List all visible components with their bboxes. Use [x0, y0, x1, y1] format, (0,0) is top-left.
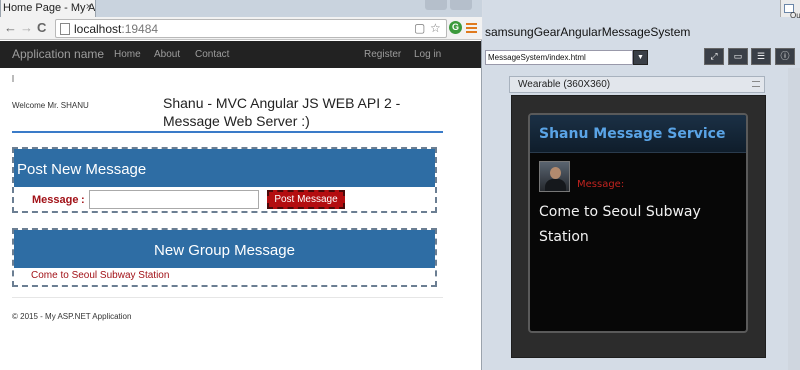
welcome-text: Welcome Mr. SHANU [12, 101, 89, 110]
ide-view-title: samsungGearAngularMessageSystem [485, 25, 691, 39]
html-file-combo[interactable]: MessageSystem/index.html [485, 50, 633, 65]
watch-header-title: Shanu Message Service [539, 126, 726, 142]
device-frame-button[interactable]: ▭ [728, 48, 748, 65]
post-message-button[interactable]: Post Message [267, 190, 345, 209]
info-button[interactable]: ⓘ [775, 48, 795, 65]
brand-link[interactable]: Application name [12, 47, 104, 61]
message-label: Message [32, 194, 79, 206]
page-action-icon[interactable]: ▢ [414, 21, 425, 35]
page-content: Welcome Mr. SHANU Shanu - MVC Angular JS… [0, 68, 481, 370]
address-url: localhost:19484 [74, 22, 159, 36]
browser-tab-title: Home Page - My A [3, 2, 96, 14]
avatar [539, 161, 570, 192]
list-view-button[interactable]: ☰ [751, 48, 771, 65]
desktop: Home Page - My A × ← → C localhost:19484… [0, 0, 800, 370]
group-message-heading: New Group Message [14, 230, 435, 268]
nav-about-link[interactable]: About [154, 49, 180, 60]
footer-text: © 2015 - My ASP.NET Application [12, 312, 132, 321]
page-icon [60, 23, 70, 35]
login-link[interactable]: Log in [414, 49, 441, 60]
bookmark-star-icon[interactable]: ☆ [430, 21, 441, 35]
browser-toolbar: ← → C localhost:19484 ▢ ☆ [0, 17, 482, 40]
title-divider [12, 131, 443, 133]
emulator-frame: Shanu Message Service Message: Come to S… [511, 95, 766, 358]
group-message-item: Come to Seoul Subway Station [31, 270, 170, 281]
close-tab-icon[interactable]: × [86, 1, 92, 13]
fit-view-button[interactable]: ⤢ [704, 48, 724, 65]
emulator-tab-label: Wearable (360X360) [518, 79, 611, 90]
register-link[interactable]: Register [364, 49, 401, 60]
browser-window: Home Page - My A × ← → C localhost:19484… [0, 0, 482, 370]
message-input[interactable] [89, 190, 259, 209]
chrome-menu-icon[interactable] [466, 23, 477, 33]
watch-message-text: Come to Seoul Subway Station [539, 204, 701, 245]
avatar-head [550, 167, 561, 179]
combo-dropdown-icon[interactable]: ▼ [633, 50, 648, 65]
emulator-tab[interactable]: Wearable (360X360) [509, 76, 765, 93]
browser-tab[interactable]: Home Page - My A × [0, 0, 96, 17]
nav-contact-link[interactable]: Contact [195, 49, 229, 60]
tab-strip: Home Page - My A × [0, 0, 482, 17]
back-arrow-icon[interactable]: ← [4, 20, 17, 36]
reload-icon[interactable]: C [37, 20, 46, 36]
site-navbar: Application name Home About Contact Regi… [0, 41, 481, 68]
extension-icon[interactable]: G [449, 21, 462, 34]
message-colon: : [81, 194, 85, 206]
watch-message-label: Message: [577, 179, 625, 190]
outline-label: Outlin [790, 11, 800, 20]
grip-icon[interactable] [752, 81, 760, 87]
ide-window: Outlin samsungGearAngularMessageSystem M… [483, 0, 800, 370]
page-title: Shanu - MVC Angular JS WEB API 2 - Messa… [163, 95, 401, 129]
text-cursor-mark [12, 75, 14, 82]
window-minimize-button[interactable] [425, 0, 447, 10]
nav-home-link[interactable]: Home [114, 49, 141, 60]
address-bar[interactable]: localhost:19484 ▢ ☆ [55, 19, 447, 38]
group-message-panel: New Group Message Come to Seoul Subway S… [12, 228, 437, 287]
watch-header: Shanu Message Service [530, 115, 746, 153]
side-scroll-strip[interactable] [788, 68, 800, 370]
post-message-panel: Post New Message Message : Post Message [12, 147, 437, 213]
footer-divider [12, 297, 443, 298]
post-message-heading: Post New Message [14, 149, 435, 187]
window-maximize-button[interactable] [450, 0, 472, 10]
forward-arrow-icon[interactable]: → [20, 20, 33, 36]
watch-screen: Shanu Message Service Message: Come to S… [528, 113, 748, 333]
avatar-body [545, 179, 566, 191]
